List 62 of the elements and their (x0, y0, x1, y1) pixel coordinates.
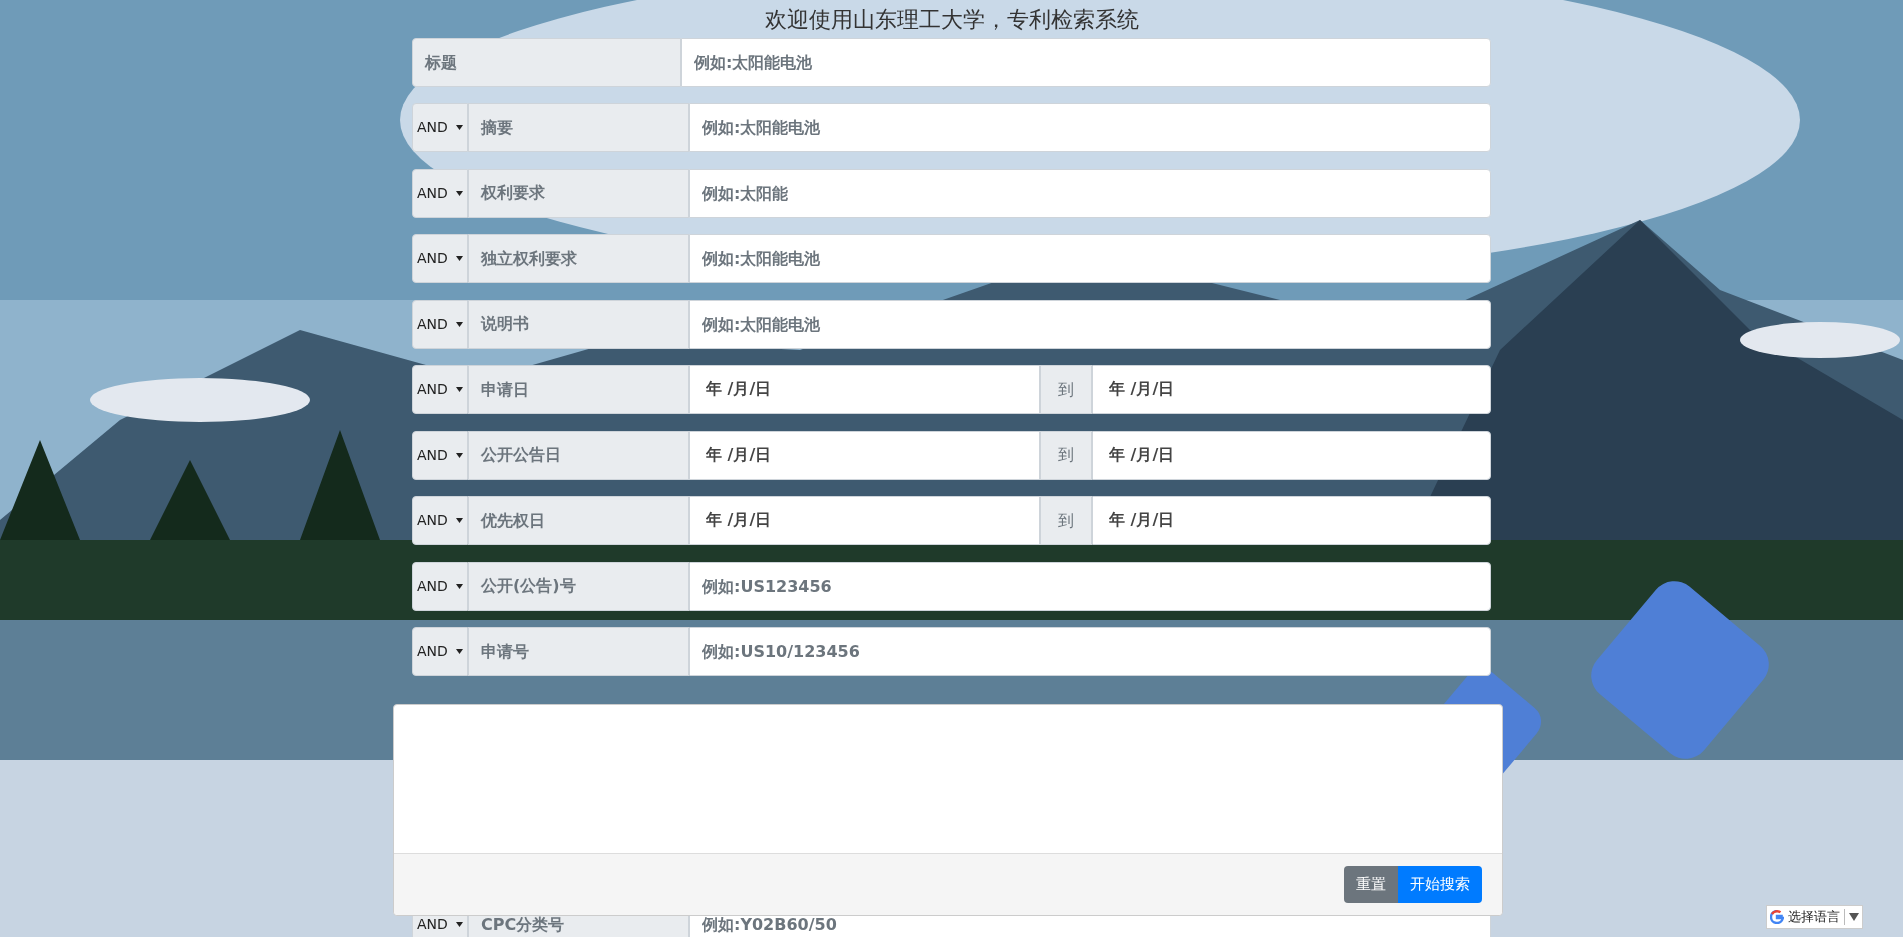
field-label: 标题 (412, 38, 681, 87)
date-field[interactable]: 年 /月/日 (1092, 430, 1491, 480)
operator-value: AND (417, 183, 448, 203)
language-selector[interactable]: 选择语言 (1766, 905, 1863, 929)
field-label: 说明书 (468, 299, 689, 349)
operator-value: AND (417, 314, 448, 334)
caret-icon (456, 190, 463, 196)
operator-dropdown[interactable]: AND (412, 627, 468, 676)
field-label: 申请日 (468, 365, 689, 414)
date-field[interactable]: 年 /月/日 (689, 430, 1040, 480)
input-field[interactable]: 例如:太阳能 (689, 168, 1491, 218)
operator-dropdown[interactable]: AND (412, 496, 468, 545)
language-label: 选择语言 (1788, 908, 1840, 927)
input-field[interactable]: 例如:太阳能电池 (689, 103, 1491, 152)
operator-dropdown[interactable]: AND (412, 561, 468, 611)
operator-value: AND (417, 576, 448, 596)
operator-value: AND (417, 511, 448, 530)
operator-value: AND (417, 445, 448, 465)
operator-value: AND (417, 642, 448, 661)
operator-dropdown[interactable]: AND (412, 299, 468, 349)
google-logo-icon (1770, 910, 1784, 924)
field-label: 申请号 (468, 627, 689, 676)
dropdown-arrow-icon (1849, 913, 1859, 921)
field-label: 优先权日 (468, 496, 689, 545)
caret-icon (456, 256, 463, 261)
input-field[interactable]: 例如:太阳能电池 (689, 234, 1491, 283)
range-separator: 到 (1040, 496, 1092, 545)
operator-dropdown[interactable]: AND (412, 234, 468, 283)
field-label: 独立权利要求 (468, 234, 689, 283)
input-field[interactable]: 例如:US123456 (689, 561, 1491, 611)
caret-icon (456, 518, 463, 523)
operator-dropdown[interactable]: AND (412, 365, 468, 414)
range-separator: 到 (1040, 430, 1092, 480)
caret-icon (456, 125, 463, 130)
caret-icon (456, 583, 463, 589)
operator-value: AND (417, 249, 448, 268)
caret-icon (456, 649, 463, 654)
search-button[interactable]: 开始搜索 (1398, 866, 1482, 903)
caret-icon (456, 387, 463, 392)
operator-dropdown[interactable]: AND (412, 168, 468, 218)
input-field[interactable]: 例如:太阳能电池 (689, 299, 1491, 349)
input-field[interactable]: 例如:太阳能电池 (681, 38, 1491, 87)
field-label: 公开公告日 (468, 430, 689, 480)
date-field[interactable]: 年 /月/日 (1092, 365, 1491, 414)
date-field[interactable]: 年 /月/日 (1092, 496, 1491, 545)
field-label: 公开(公告)号 (468, 561, 689, 611)
reset-button[interactable]: 重置 (1344, 866, 1398, 903)
caret-icon (456, 452, 463, 458)
field-label: 权利要求 (468, 168, 689, 218)
operator-value: AND (417, 915, 448, 934)
input-field[interactable]: 例如:US10/123456 (689, 627, 1491, 676)
operator-dropdown[interactable]: AND (412, 430, 468, 480)
range-separator: 到 (1040, 365, 1092, 414)
caret-icon (456, 922, 463, 927)
date-field[interactable]: 年 /月/日 (689, 365, 1040, 414)
operator-value: AND (417, 118, 448, 137)
date-field[interactable]: 年 /月/日 (689, 496, 1040, 545)
caret-icon (456, 321, 463, 327)
page-title: 欢迎使用山东理工大学，专利检索系统 (763, 5, 1140, 34)
operator-dropdown[interactable]: AND (412, 103, 468, 152)
operator-value: AND (417, 380, 448, 399)
field-label: 摘要 (468, 103, 689, 152)
